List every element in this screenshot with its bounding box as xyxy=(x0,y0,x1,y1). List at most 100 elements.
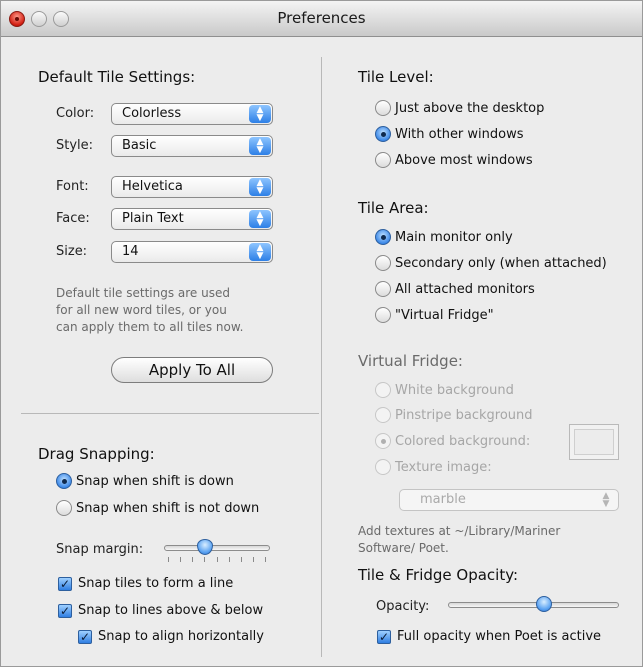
style-label: Style: xyxy=(56,138,94,153)
updown-arrows-icon: ▲ ▼ xyxy=(249,105,271,123)
radio-tile-area-all-monitors[interactable]: All attached monitors xyxy=(375,281,535,297)
texture-hint: Add textures at ~/Library/Mariner Softwa… xyxy=(358,523,560,557)
radio-label: Secondary only (when attached) xyxy=(395,255,607,271)
radio-button-icon xyxy=(375,459,391,475)
radio-button-icon xyxy=(56,500,72,516)
radio-button-icon xyxy=(375,255,391,271)
preferences-window: Preferences Default Tile Settings: Color… xyxy=(0,0,643,667)
default-settings-hint: Default tile settings are used for all n… xyxy=(56,285,243,336)
size-popup[interactable]: 14 ▲ ▼ xyxy=(111,241,273,263)
tile-area-heading: Tile Area: xyxy=(358,199,429,217)
radio-label: Just above the desktop xyxy=(395,100,545,116)
radio-button-icon xyxy=(375,229,391,245)
radio-label: "Virtual Fridge" xyxy=(395,307,494,323)
apply-to-all-button[interactable]: Apply To All xyxy=(111,357,273,383)
check-snap-form-line[interactable]: ✓ Snap tiles to form a line xyxy=(58,576,233,591)
style-popup-value: Basic xyxy=(122,138,157,153)
radio-label: Main monitor only xyxy=(395,229,513,245)
texture-popup[interactable]: marble ▲ ▼ xyxy=(399,489,619,511)
radio-label: Pinstripe background xyxy=(395,407,533,423)
radio-fridge-colored[interactable]: Colored background: xyxy=(375,433,530,449)
radio-button-icon xyxy=(375,281,391,297)
radio-button-icon xyxy=(56,473,72,489)
size-label: Size: xyxy=(56,244,88,259)
radio-label: Snap when shift is down xyxy=(76,473,234,489)
virtual-fridge-heading: Virtual Fridge: xyxy=(358,352,463,370)
radio-label: Above most windows xyxy=(395,152,533,168)
font-popup[interactable]: Helvetica ▲ ▼ xyxy=(111,176,273,198)
style-popup[interactable]: Basic ▲ ▼ xyxy=(111,135,273,157)
slider-thumb[interactable] xyxy=(197,539,213,555)
radio-button-icon xyxy=(375,100,391,116)
horizontal-divider xyxy=(21,413,319,414)
hint-line: Software/ Poet. xyxy=(358,541,449,555)
radio-tile-area-secondary[interactable]: Secondary only (when attached) xyxy=(375,255,607,271)
size-popup-value: 14 xyxy=(122,244,139,259)
checkmark-icon: ✓ xyxy=(377,629,391,644)
radio-button-icon xyxy=(375,433,391,449)
snap-margin-slider[interactable] xyxy=(164,539,270,555)
face-popup[interactable]: Plain Text ▲ ▼ xyxy=(111,208,273,230)
check-label: Snap to align horizontally xyxy=(98,629,264,644)
radio-fridge-texture[interactable]: Texture image: xyxy=(375,459,492,475)
check-snap-align-horizontally[interactable]: ✓ Snap to align horizontally xyxy=(78,629,264,644)
updown-arrows-icon: ▲ ▼ xyxy=(249,137,271,155)
updown-arrows-icon: ▲ ▼ xyxy=(249,210,271,228)
radio-tile-area-main-monitor[interactable]: Main monitor only xyxy=(375,229,513,245)
title-bar: Preferences xyxy=(1,1,642,37)
hint-line: Add textures at ~/Library/Mariner xyxy=(358,524,561,538)
radio-label: With other windows xyxy=(395,126,524,142)
color-popup-value: Colorless xyxy=(122,106,182,121)
radio-button-icon xyxy=(375,152,391,168)
snap-margin-ticks xyxy=(168,557,266,562)
background-color-well[interactable] xyxy=(569,424,619,460)
color-popup[interactable]: Colorless ▲ ▼ xyxy=(111,103,273,125)
radio-fridge-pinstripe[interactable]: Pinstripe background xyxy=(375,407,533,423)
radio-label: Texture image: xyxy=(395,459,492,475)
hint-line: for all new word tiles, or you xyxy=(56,303,227,317)
radio-snap-shift-down[interactable]: Snap when shift is down xyxy=(56,473,234,489)
default-tile-settings-heading: Default Tile Settings: xyxy=(38,68,196,86)
check-label: Snap tiles to form a line xyxy=(78,576,234,591)
snap-margin-label: Snap margin: xyxy=(56,542,144,557)
updown-arrows-icon: ▲ ▼ xyxy=(602,491,610,509)
checkmark-icon: ✓ xyxy=(78,629,92,644)
opacity-label: Opacity: xyxy=(376,599,430,614)
vertical-divider xyxy=(321,57,322,657)
opacity-heading: Tile & Fridge Opacity: xyxy=(358,566,519,584)
radio-label: White background xyxy=(395,382,514,398)
radio-label: All attached monitors xyxy=(395,281,535,297)
radio-tile-area-virtual-fridge[interactable]: "Virtual Fridge" xyxy=(375,307,494,323)
hint-line: can apply them to all tiles now. xyxy=(56,320,244,334)
radio-button-icon xyxy=(375,382,391,398)
radio-snap-shift-not-down[interactable]: Snap when shift is not down xyxy=(56,500,259,516)
window-title: Preferences xyxy=(277,9,366,27)
color-label: Color: xyxy=(56,106,95,121)
radio-label: Colored background: xyxy=(395,433,531,449)
check-label: Snap to lines above & below xyxy=(78,603,264,618)
slider-thumb[interactable] xyxy=(536,596,552,612)
checkmark-icon: ✓ xyxy=(58,576,72,591)
check-snap-lines-above-below[interactable]: ✓ Snap to lines above & below xyxy=(58,603,263,618)
updown-arrows-icon: ▲ ▼ xyxy=(249,243,271,261)
radio-label: Snap when shift is not down xyxy=(76,500,260,516)
radio-button-icon xyxy=(375,407,391,423)
updown-arrows-icon: ▲ ▼ xyxy=(249,178,271,196)
checkmark-icon: ✓ xyxy=(58,603,72,618)
opacity-slider[interactable] xyxy=(448,596,619,612)
radio-tile-level-with-windows[interactable]: With other windows xyxy=(375,126,524,142)
drag-snapping-heading: Drag Snapping: xyxy=(38,445,155,463)
font-popup-value: Helvetica xyxy=(122,179,183,194)
texture-popup-value: marble xyxy=(420,492,466,507)
face-popup-value: Plain Text xyxy=(122,211,184,226)
radio-button-icon xyxy=(375,126,391,142)
face-label: Face: xyxy=(56,211,90,226)
radio-tile-level-above-desktop[interactable]: Just above the desktop xyxy=(375,100,544,116)
radio-fridge-white[interactable]: White background xyxy=(375,382,514,398)
radio-tile-level-above-most[interactable]: Above most windows xyxy=(375,152,533,168)
check-full-opacity[interactable]: ✓ Full opacity when Poet is active xyxy=(377,629,601,644)
hint-line: Default tile settings are used xyxy=(56,286,230,300)
check-label: Full opacity when Poet is active xyxy=(397,629,602,644)
tile-level-heading: Tile Level: xyxy=(358,68,434,86)
radio-button-icon xyxy=(375,307,391,323)
